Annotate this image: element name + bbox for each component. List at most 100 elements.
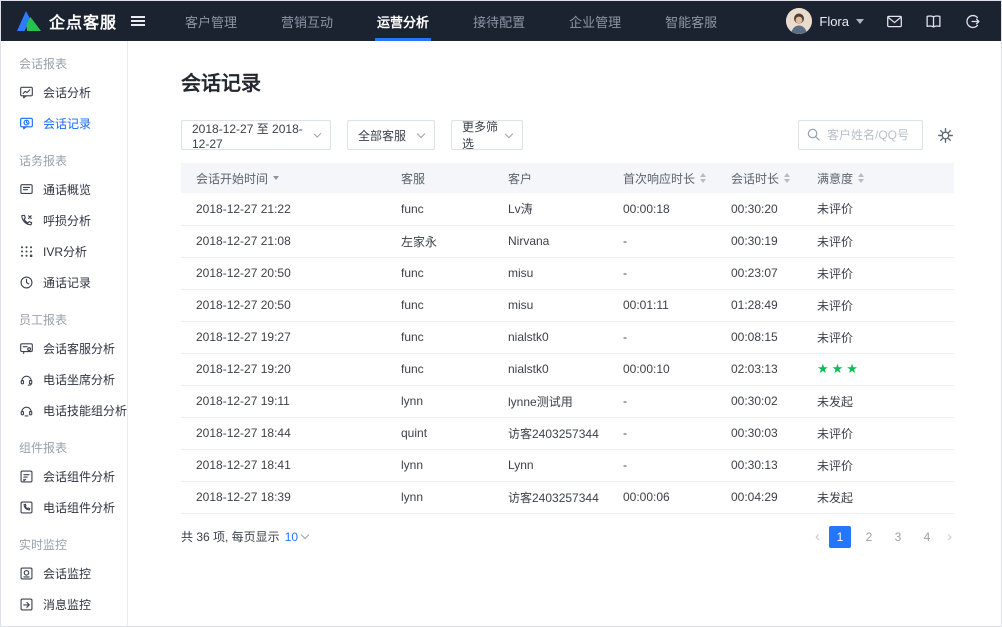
satisfaction-stars: ★★★ [817,361,861,376]
column-header[interactable]: 客服 [401,163,508,193]
column-header[interactable]: 满意度 [817,163,954,193]
user-menu[interactable]: Flora [786,8,864,34]
cell-customer: 访客2403257344 [508,417,623,449]
cell-duration: 00:30:13 [731,449,817,481]
sidebar-section-title: 实时监控 [19,536,127,553]
pagination-next-icon[interactable]: › [945,528,954,545]
table-row[interactable]: 2018-12-27 20:50funcmisu00:01:1101:28:49… [181,289,954,321]
page-number-button[interactable]: 3 [887,526,909,548]
agent-select-value: 全部客服 [358,127,406,144]
cell-duration: 02:03:13 [731,353,817,385]
topbar-right: Flora [786,8,981,34]
sidebar-item[interactable]: 会话监控 [19,558,127,589]
table-row[interactable]: 2018-12-27 21:08左家永Nirvana-00:30:19未评价 [181,225,954,257]
column-header[interactable]: 会话开始时间 [181,163,401,193]
page-number-button[interactable]: 1 [829,526,851,548]
sidebar-item[interactable]: 会话客服分析 [19,333,127,364]
page-number-button[interactable]: 4 [916,526,938,548]
sidebar-section-title: 组件报表 [19,439,127,456]
sidebar-item[interactable]: IVR分析 [19,236,127,267]
column-header-label: 客户 [508,170,532,187]
column-header[interactable]: 首次响应时长 [623,163,731,193]
topnav-item[interactable]: 智能客服 [643,1,739,41]
cell-satisfaction: 未发起 [817,385,954,417]
cell-satisfaction: 未评价 [817,321,954,353]
cell-start-time: 2018-12-27 18:41 [181,449,401,481]
agent-select[interactable]: 全部客服 [347,120,435,150]
cell-satisfaction: 未发起 [817,481,954,513]
hamburger-menu-icon[interactable] [131,16,145,26]
sidebar-section: 实时监控会话监控消息监控客服监控呼入监控呼出监控 [19,536,127,626]
pagination-prev-icon[interactable]: ‹ [813,528,822,545]
triangle-down-icon [700,179,706,183]
column-header[interactable]: 客户 [508,163,623,193]
page-title: 会话记录 [181,67,954,96]
chevron-down-icon [505,129,513,137]
call-record-icon [19,275,34,290]
logout-icon[interactable] [964,13,981,30]
table-row[interactable]: 2018-12-27 18:41lynnLynn-00:30:13未评价 [181,449,954,481]
cell-duration: 00:30:20 [731,193,817,225]
table-row[interactable]: 2018-12-27 19:20funcnialstk000:00:1002:0… [181,353,954,385]
cell-customer: 访客2403257344 [508,481,623,513]
table-row[interactable]: 2018-12-27 21:22funcLv涛00:00:1800:30:20未… [181,193,954,225]
sidebar-item[interactable]: 通话记录 [19,267,127,298]
topnav-item[interactable]: 运营分析 [355,1,451,41]
cell-first-response: - [623,417,731,449]
sidebar-item-label: 会话客服分析 [43,340,115,357]
sidebar-item[interactable]: 会话记录 [19,108,127,139]
table-row[interactable]: 2018-12-27 19:11lynnlynne测试用-00:30:02未发起 [181,385,954,417]
avatar [786,8,812,34]
page-size-select[interactable]: 10 [285,530,298,544]
brand-name: 企点客服 [49,9,117,33]
cell-agent: lynn [401,449,508,481]
sidebar-item[interactable]: 客服监控 [19,620,127,626]
contacts-icon[interactable] [925,13,942,30]
cell-agent: func [401,257,508,289]
table-row[interactable]: 2018-12-27 18:44quint访客2403257344-00:30:… [181,417,954,449]
sidebar-item[interactable]: 电话坐席分析 [19,364,127,395]
page-number-button[interactable]: 2 [858,526,880,548]
table-row[interactable]: 2018-12-27 20:50funcmisu-00:23:07未评价 [181,257,954,289]
sidebar-item[interactable]: 呼损分析 [19,205,127,236]
cell-duration: 00:30:03 [731,417,817,449]
column-header-label: 会话时长 [731,170,790,187]
sidebar-item[interactable]: 会话组件分析 [19,461,127,492]
date-range-select[interactable]: 2018-12-27 至 2018-12-27 [181,120,331,150]
call-loss-icon [19,213,34,228]
table-footer: 共 36 项, 每页显示 10 ‹1234› [181,526,954,548]
mail-icon[interactable] [886,13,903,30]
more-filters-select[interactable]: 更多筛选 [451,120,523,150]
sidebar-item[interactable]: 电话技能组分析 [19,395,127,426]
gear-icon[interactable] [937,127,954,144]
sidebar-item[interactable]: 会话分析 [19,77,127,108]
column-header[interactable]: 会话时长 [731,163,817,193]
sidebar-item-label: 通话概览 [43,181,91,198]
cell-duration: 01:28:49 [731,289,817,321]
topnav-item[interactable]: 客户管理 [163,1,259,41]
topnav-item[interactable]: 接待配置 [451,1,547,41]
sidebar-item[interactable]: 电话组件分析 [19,492,127,523]
topnav-item[interactable]: 企业管理 [547,1,643,41]
phone-component-icon [19,500,34,515]
sidebar-item-label: 电话技能组分析 [43,402,127,419]
search-icon [806,127,821,142]
sidebar-item-label: 电话组件分析 [43,499,115,516]
cell-agent: lynn [401,481,508,513]
table-row[interactable]: 2018-12-27 18:39lynn访客240325734400:00:06… [181,481,954,513]
cell-start-time: 2018-12-27 18:44 [181,417,401,449]
cell-agent: func [401,289,508,321]
cell-satisfaction: 未评价 [817,257,954,289]
sidebar-item[interactable]: 通话概览 [19,174,127,205]
triangle-up-icon [700,173,706,177]
topnav-item[interactable]: 营销互动 [259,1,355,41]
table-row[interactable]: 2018-12-27 19:27funcnialstk0-00:08:15未评价 [181,321,954,353]
triangle-up-icon [858,173,864,177]
cell-first-response: 00:00:06 [623,481,731,513]
sidebar-section: 话务报表通话概览呼损分析IVR分析通话记录 [19,152,127,298]
chevron-down-icon [417,129,425,137]
chat-monitor-icon [19,566,34,581]
cell-customer: Lv涛 [508,193,623,225]
sidebar-item[interactable]: 消息监控 [19,589,127,620]
sidebar-section-title: 话务报表 [19,152,127,169]
